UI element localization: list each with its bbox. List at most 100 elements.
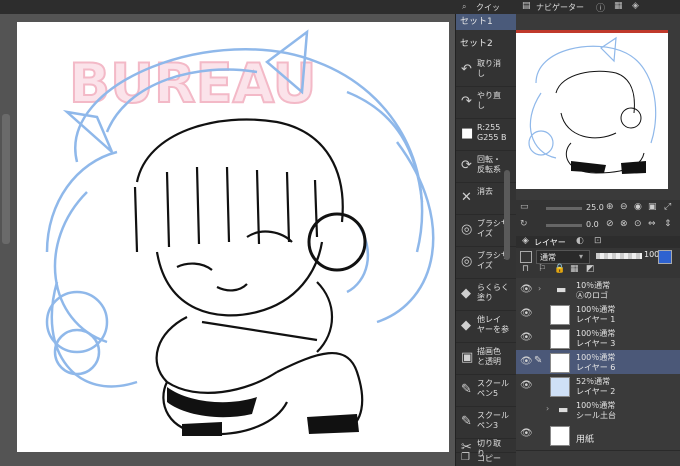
rotate-right-icon[interactable]: ⊗ [620,219,628,229]
copy-button[interactable]: ❐ コピー [456,452,516,466]
school-pen-3-button[interactable]: ✎ スクール ペン3 [456,406,516,439]
folder-icon: ▬ [558,403,569,416]
layer-row-layer6[interactable]: 👁 ✎ 100％通常 レイヤー 6 [516,350,680,375]
zoom-out-icon[interactable]: ⊖ [620,202,628,212]
fill-icon: ◆ [461,318,471,333]
layer-thumbnail [550,305,570,325]
layer-row-logo-folder[interactable]: 👁 › ▬ 10％通常 Ⓐのロゴ [516,278,680,303]
rotation-value: 0.0 [586,220,599,229]
brush-size-value: 25.0 [586,203,604,212]
info-icon[interactable]: ⓘ [596,1,605,14]
rotation-slider[interactable] [546,224,582,227]
eye-icon[interactable]: 👁 [520,356,533,367]
color-button[interactable]: ■ R:255 G255 B [456,118,516,151]
color-set-tab-icon[interactable]: ◐ [576,236,584,246]
layer-thumbnail [550,377,570,397]
eye-icon[interactable]: 👁 [520,428,533,439]
layer-tab-icon: ◈ [522,236,529,246]
expand-icon[interactable]: ⤢ [664,202,671,212]
chevron-right-icon[interactable]: › [538,284,541,293]
opacity-slider[interactable] [596,253,642,259]
layer-panel-tabs: ◈ レイヤー ◐ ⊡ [516,236,680,248]
draw-color-button[interactable]: ▣ 描画色 と透明 [456,342,516,375]
pen-icon: ✎ [461,382,472,397]
navigator-tab[interactable]: ナビゲーター [536,2,584,13]
layer-property-icon[interactable]: ◈ [632,1,639,11]
lock-icon[interactable]: 🔒 [554,264,565,274]
copy-label: コピー [477,454,501,463]
navigator-tab-bar: ▤ ナビゲーター ⓘ ▦ ◈ [516,0,680,14]
eye-icon[interactable]: 👁 [520,284,533,295]
brush-size-icon: ◎ [461,222,473,237]
vertical-scrollbar[interactable] [2,114,10,244]
refer-layer-fill-button[interactable]: ◆ 他レイ ヤーを参 [456,310,516,343]
lasso-fill-icon: ◆ [461,286,471,301]
lock-alpha-icon[interactable]: ▦ [570,264,579,274]
layer-tab[interactable]: レイヤー [534,237,566,248]
actual-size-icon[interactable]: ▣ [648,202,657,212]
artwork-illustration: BUREAU [45,29,435,436]
flip-v-icon[interactable]: ⇕ [664,219,672,229]
navigator-preview[interactable] [516,30,668,189]
undo-label: 取り消 し [477,59,501,78]
layer-row-paper[interactable]: 👁 用紙 [516,422,680,451]
school-pen-5-button[interactable]: ✎ スクール ペン5 [456,374,516,407]
layer-row-layer3[interactable]: 👁 100％通常 レイヤー 3 [516,326,680,351]
navigator-tab-icon: ▤ [522,1,531,11]
layer-sub-0: Ⓐのロゴ [576,291,608,300]
layer-sub-5: シール土台 [576,411,616,420]
flip-h-icon[interactable]: ⇔ [648,219,656,229]
eye-icon[interactable]: 👁 [520,380,533,391]
folder-icon: ▬ [556,283,567,296]
chevron-right-icon[interactable]: › [546,404,549,413]
zoom-in-icon[interactable]: ⊕ [606,202,614,212]
set-tab-1[interactable]: セット1 [456,14,516,30]
cut-button[interactable]: ✂ 切り取 り [456,438,516,458]
layer-thumbnail [550,426,570,446]
reference-icon[interactable]: ⚐ [538,264,546,274]
navigator-header [516,14,680,30]
layer-sub-1: レイヤー 1 [576,315,616,324]
opacity-value: 100 [644,250,660,259]
eye-icon[interactable]: 👁 [520,332,533,343]
undo-icon: ↶ [461,62,472,77]
brush-size-slider[interactable] [546,207,582,210]
clip-icon[interactable]: ⊓ [522,264,529,274]
redo-button[interactable]: ↷ やり直 し [456,86,516,119]
pen-icon-2: ✎ [461,414,472,429]
rotate-slider-icon: ↻ [520,219,528,229]
redo-icon: ↷ [461,94,472,109]
auto-action-tab-icon[interactable]: ⊡ [594,236,602,246]
blend-mode-select[interactable]: 通常 ▾ [536,250,590,264]
draw-color-icon: ▣ [461,350,474,365]
rotate-left-icon[interactable]: ⊘ [606,219,614,229]
quick-access-tab[interactable]: クイッ [476,2,500,13]
easy-fill-button[interactable]: ◆ らくらく 塗り [456,278,516,311]
layer-color-swatch[interactable] [658,250,672,264]
navigator-controls: ▭ 25.0 ⊕ ⊖ ◉ ▣ ⤢ ↻ 0.0 ⊘ ⊗ ⊙ ⇔ ⇕ [516,200,680,236]
search-icon[interactable]: ⌕ [462,2,466,12]
drawing-canvas[interactable]: BUREAU [17,22,449,452]
navigator-thumbnail [528,36,657,174]
draw-color-label: 描画色 と透明 [477,347,501,366]
undo-button[interactable]: ↶ 取り消 し [456,54,516,87]
brush-size-slider-icon: ▭ [520,202,529,212]
reset-rotate-icon[interactable]: ⊙ [634,219,642,229]
eye-icon[interactable]: 👁 [520,308,533,319]
fit-icon[interactable]: ◉ [634,202,642,212]
layer-color-icon[interactable] [520,251,532,263]
mask-icon[interactable]: ◩ [586,264,595,274]
layer-thumbnail [550,329,570,349]
layer-row-layer2[interactable]: 👁 52％通常 レイヤー 2 [516,374,680,399]
layer-row-seal-folder[interactable]: › ▬ 100％通常 シール土台 [516,398,680,423]
chevron-down-icon: ▾ [579,252,584,261]
set-tab-2[interactable]: セット2 [456,36,516,52]
layer-sub-6: 用紙 [576,435,595,445]
layer-row-layer1[interactable]: 👁 100％通常 レイヤー 1 [516,302,680,327]
subview-icon[interactable]: ▦ [614,1,623,11]
easy-fill-label: らくらく 塗り [477,283,509,302]
layer-sub-2: レイヤー 3 [576,339,616,348]
command-bar-scrollbar[interactable] [504,170,510,260]
school-pen-5-label: スクール ペン5 [477,379,509,398]
layer-toolbar: 通常 ▾ 100 ⊓ ⚐ 🔒 ▦ ◩ [516,248,680,278]
